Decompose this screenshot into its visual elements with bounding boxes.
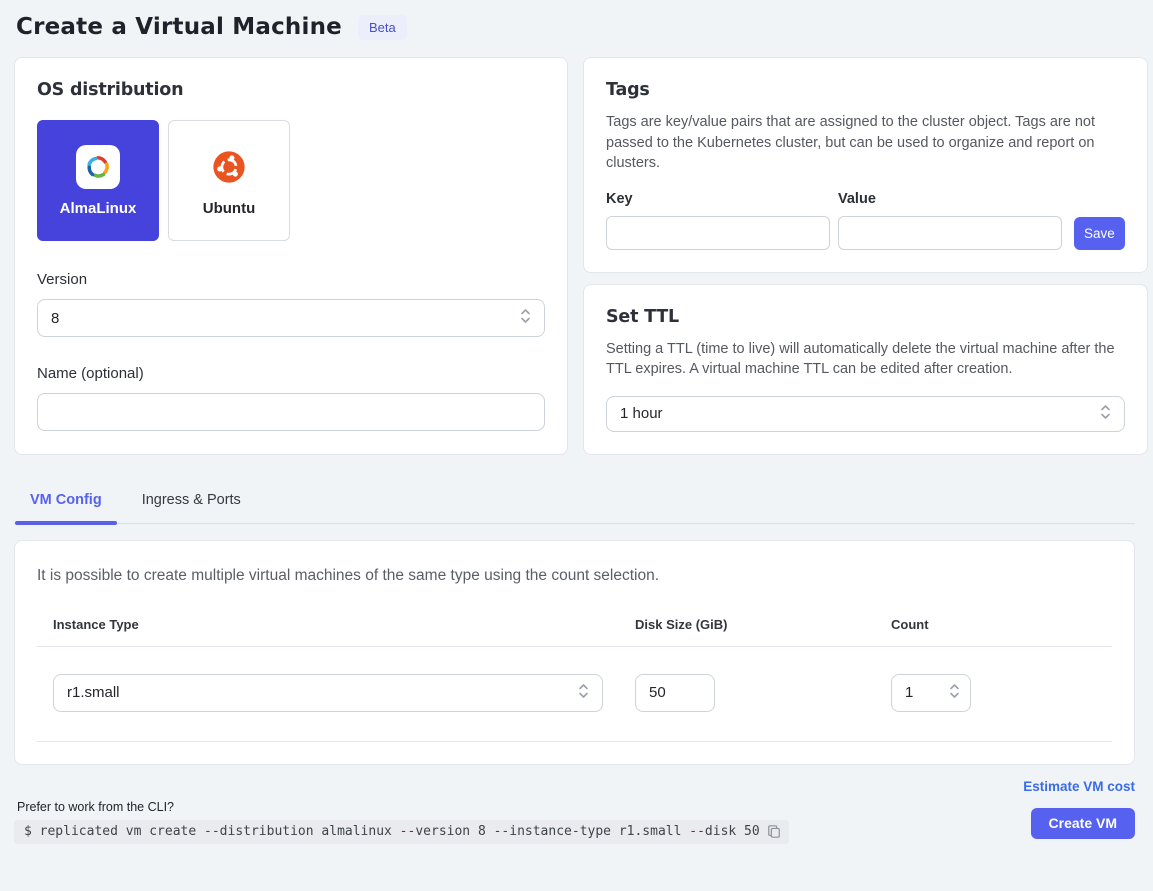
column-header-instance-type: Instance Type [37, 617, 619, 632]
tab-vm-config[interactable]: VM Config [15, 482, 117, 523]
tag-value-label: Value [838, 191, 1062, 207]
save-tag-button[interactable]: Save [1074, 217, 1125, 250]
chevron-up-down-icon [578, 682, 589, 704]
column-header-disk-size: Disk Size (GiB) [619, 617, 875, 632]
os-tile-almalinux[interactable]: AlmaLinux [37, 120, 159, 241]
page-title: Create a Virtual Machine [16, 14, 342, 40]
footer-actions: Estimate VM cost Create VM [1023, 779, 1135, 844]
tag-key-value-row: Key Value Save [606, 191, 1125, 250]
create-vm-button[interactable]: Create VM [1031, 808, 1135, 839]
vm-name-input[interactable] [37, 393, 545, 431]
tag-key-input[interactable] [606, 216, 830, 250]
os-tile-ubuntu[interactable]: Ubuntu [168, 120, 290, 241]
vm-config-intro: It is possible to create multiple virtua… [37, 567, 1112, 585]
ttl-select-value: 1 hour [620, 405, 663, 422]
right-column: Tags Tags are key/value pairs that are a… [583, 57, 1148, 455]
top-cards: OS distribution [14, 57, 1135, 455]
tag-value-input[interactable] [838, 216, 1062, 250]
page-footer: Prefer to work from the CLI? $ replicate… [14, 779, 1135, 844]
vm-name-label: Name (optional) [37, 365, 545, 382]
cli-command: $ replicated vm create --distribution al… [14, 820, 789, 844]
almalinux-icon [76, 145, 120, 189]
os-tile-group: AlmaLinux U [37, 120, 545, 241]
disk-size-input[interactable] [635, 674, 715, 712]
cli-block: Prefer to work from the CLI? $ replicate… [14, 800, 789, 844]
tag-key-label: Key [606, 191, 830, 207]
ttl-description: Setting a TTL (time to live) will automa… [606, 339, 1125, 380]
tags-description: Tags are key/value pairs that are assign… [606, 112, 1125, 174]
tags-card: Tags Tags are key/value pairs that are a… [583, 57, 1148, 273]
os-tile-label: Ubuntu [203, 200, 255, 217]
copy-icon[interactable] [767, 824, 781, 839]
page-header: Create a Virtual Machine Beta [14, 14, 1135, 40]
tags-heading: Tags [606, 80, 1125, 100]
vm-table-row: r1.small 1 [37, 647, 1112, 742]
cli-command-text: $ replicated vm create --distribution al… [24, 824, 760, 839]
instance-type-select[interactable]: r1.small [53, 674, 603, 712]
beta-badge: Beta [358, 15, 407, 40]
version-label: Version [37, 271, 545, 288]
vm-table-header: Instance Type Disk Size (GiB) Count [37, 617, 1112, 647]
cli-prompt-text: Prefer to work from the CLI? [14, 800, 789, 814]
instance-type-value: r1.small [67, 684, 120, 701]
os-card-heading: OS distribution [37, 80, 545, 100]
vm-config-card: It is possible to create multiple virtua… [14, 540, 1135, 765]
os-tile-label: AlmaLinux [60, 200, 137, 217]
chevron-up-down-icon [1100, 403, 1111, 425]
count-stepper[interactable]: 1 [891, 674, 971, 712]
create-vm-page: Create a Virtual Machine Beta OS distrib… [0, 0, 1153, 844]
version-select-value: 8 [51, 310, 59, 327]
stepper-up-down-icon[interactable] [949, 682, 960, 704]
ubuntu-icon [207, 145, 251, 189]
version-select[interactable]: 8 [37, 299, 545, 337]
ttl-heading: Set TTL [606, 307, 1125, 327]
column-header-count: Count [875, 617, 1112, 632]
count-value: 1 [905, 684, 913, 701]
tab-bar: VM Config Ingress & Ports [14, 482, 1135, 524]
set-ttl-card: Set TTL Setting a TTL (time to live) wil… [583, 284, 1148, 455]
estimate-vm-cost-link[interactable]: Estimate VM cost [1023, 779, 1135, 794]
tab-ingress-ports[interactable]: Ingress & Ports [127, 482, 256, 523]
ttl-select[interactable]: 1 hour [606, 396, 1125, 432]
os-distribution-card: OS distribution [14, 57, 568, 455]
chevron-up-down-icon [520, 307, 531, 329]
vm-table: Instance Type Disk Size (GiB) Count r1.s… [37, 617, 1112, 742]
